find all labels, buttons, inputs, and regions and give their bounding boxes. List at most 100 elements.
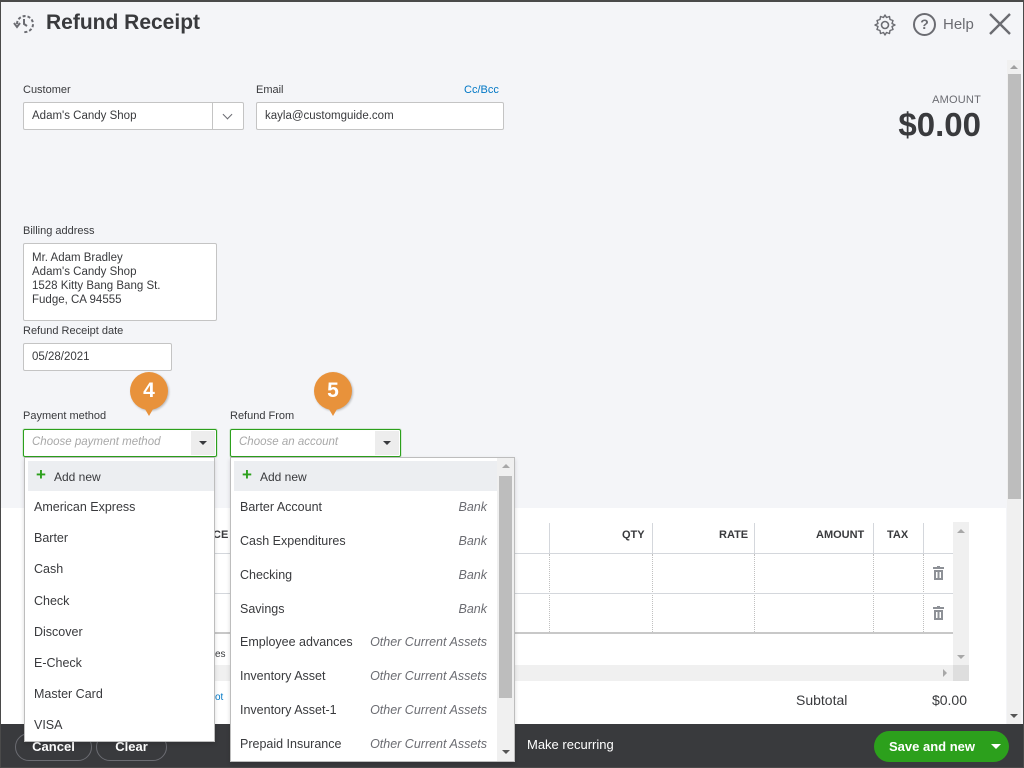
refund-from-select[interactable]: Choose an account xyxy=(230,429,401,457)
payment-method-placeholder: Choose payment method xyxy=(32,436,161,448)
refund-from-label: Refund From xyxy=(230,410,295,422)
save-and-new-label: Save and new xyxy=(889,739,975,754)
email-field[interactable]: kayla@customguide.com xyxy=(256,102,504,130)
account-name: Inventory Asset xyxy=(240,669,326,683)
billing-line: Adam's Candy Shop xyxy=(32,266,137,278)
column-divider xyxy=(754,523,755,554)
account-name: Prepaid Insurance xyxy=(240,737,342,751)
column-divider xyxy=(652,523,653,554)
billing-line: Fudge, CA 94555 xyxy=(32,294,122,306)
account-type: Other Current Assets xyxy=(370,737,487,751)
customer-value: Adam's Candy Shop xyxy=(32,110,137,122)
email-value: kayla@customguide.com xyxy=(265,110,394,122)
account-name: Savings xyxy=(240,602,285,616)
payment-method-label: Payment method xyxy=(23,410,107,422)
scroll-up-arrow[interactable] xyxy=(1010,65,1018,69)
column-header-partial: CE xyxy=(213,529,229,541)
cell-divider xyxy=(754,554,755,634)
amount-label: AMOUNT xyxy=(932,94,981,106)
menu-item-cash[interactable]: Cash xyxy=(34,562,63,576)
save-and-new-button[interactable]: Save and new xyxy=(874,731,1009,762)
trash-icon[interactable] xyxy=(933,566,944,580)
partial-text: es xyxy=(215,649,226,660)
menu-scrollbar[interactable] xyxy=(497,458,514,761)
refund-from-menu: + Add new Barter Account Bank Cash Expen… xyxy=(230,457,515,762)
column-divider xyxy=(873,523,874,554)
refund-from-placeholder: Choose an account xyxy=(239,436,339,448)
account-type: Other Current Assets xyxy=(370,703,487,717)
page-scrollbar[interactable] xyxy=(1007,60,1021,724)
account-type: Bank xyxy=(458,534,488,548)
billing-line: 1528 Kitty Bang Bang St. xyxy=(32,280,161,292)
scroll-down-arrow[interactable] xyxy=(957,655,965,659)
account-type: Bank xyxy=(458,568,488,582)
add-new-label: Add new xyxy=(54,470,101,484)
menu-item-barter[interactable]: Barter xyxy=(34,531,68,545)
add-new-label: Add new xyxy=(260,470,307,484)
column-divider xyxy=(923,523,924,554)
cell-divider xyxy=(923,554,924,634)
account-name: Employee advances xyxy=(240,635,353,649)
scroll-up-arrow[interactable] xyxy=(957,529,965,533)
help-link[interactable]: Help xyxy=(943,16,974,33)
plus-icon: + xyxy=(242,465,252,484)
menu-item-discover[interactable]: Discover xyxy=(34,625,83,639)
gear-icon[interactable] xyxy=(873,13,897,37)
caret-down-icon[interactable] xyxy=(375,431,399,455)
cell-divider xyxy=(652,554,653,634)
make-recurring-link[interactable]: Make recurring xyxy=(527,737,614,752)
chevron-down-icon[interactable] xyxy=(212,103,243,129)
cc-bcc-link[interactable]: Cc/Bcc xyxy=(464,84,499,96)
billing-address-field[interactable]: Mr. Adam Bradley Adam's Candy Shop 1528 … xyxy=(23,243,217,321)
add-new-payment-method[interactable]: + Add new xyxy=(28,461,214,491)
payment-method-select[interactable]: Choose payment method xyxy=(23,429,217,457)
scroll-down-arrow[interactable] xyxy=(502,750,510,754)
customer-label: Customer xyxy=(23,84,71,96)
partial-link[interactable]: ot xyxy=(215,692,223,703)
subtotal-label: Subtotal xyxy=(796,692,848,708)
account-type: Other Current Assets xyxy=(370,635,487,649)
account-name: Barter Account xyxy=(240,500,322,514)
scrollbar-thumb[interactable] xyxy=(499,476,512,698)
close-icon[interactable] xyxy=(988,12,1012,36)
menu-item-check[interactable]: Check xyxy=(34,594,69,608)
add-new-account[interactable]: + Add new xyxy=(234,461,498,491)
account-name: Checking xyxy=(240,568,293,582)
callout-badge-4: 4 xyxy=(130,372,168,416)
cell-divider xyxy=(873,554,874,634)
scroll-right-arrow[interactable] xyxy=(943,669,947,677)
email-label: Email xyxy=(256,84,284,96)
refund-date-label: Refund Receipt date xyxy=(23,325,124,337)
trash-icon[interactable] xyxy=(933,606,944,620)
account-name: Inventory Asset-1 xyxy=(240,703,337,717)
menu-item-visa[interactable]: VISA xyxy=(34,718,63,732)
amount-value: $0.00 xyxy=(898,106,981,143)
subtotal-value: $0.00 xyxy=(931,692,967,708)
column-header-amount: AMOUNT xyxy=(816,529,865,541)
scroll-down-arrow[interactable] xyxy=(1010,714,1018,718)
refund-date-field[interactable]: 05/28/2021 xyxy=(23,343,172,371)
account-name: Cash Expenditures xyxy=(240,534,346,548)
scrollbar-thumb[interactable] xyxy=(1008,74,1021,499)
customer-select[interactable]: Adam's Candy Shop xyxy=(23,102,244,130)
refund-date-value: 05/28/2021 xyxy=(32,351,90,363)
column-header-tax: TAX xyxy=(887,529,909,541)
caret-down-icon[interactable] xyxy=(991,744,1001,749)
scroll-up-arrow[interactable] xyxy=(502,464,510,468)
billing-line: Mr. Adam Bradley xyxy=(32,252,123,264)
menu-item-e-check[interactable]: E-Check xyxy=(34,656,82,670)
page-title: Refund Receipt xyxy=(46,11,201,34)
caret-down-icon[interactable] xyxy=(191,431,215,455)
help-icon[interactable]: ? xyxy=(913,13,936,36)
recent-transactions-icon[interactable] xyxy=(12,12,36,36)
plus-icon: + xyxy=(36,465,46,484)
column-header-qty: QTY xyxy=(622,529,645,541)
billing-address-label: Billing address xyxy=(23,225,95,237)
account-type: Other Current Assets xyxy=(370,669,487,683)
refund-receipt-window: Refund Receipt ? Help AMOUNT $0.00 Custo… xyxy=(0,0,1024,768)
table-vertical-scrollbar[interactable] xyxy=(953,522,969,667)
menu-item-american-express[interactable]: American Express xyxy=(34,500,135,514)
account-type: Bank xyxy=(458,500,488,514)
payment-method-menu: + Add new American Express Barter Cash C… xyxy=(24,457,215,742)
menu-item-master-card[interactable]: Master Card xyxy=(34,687,103,701)
